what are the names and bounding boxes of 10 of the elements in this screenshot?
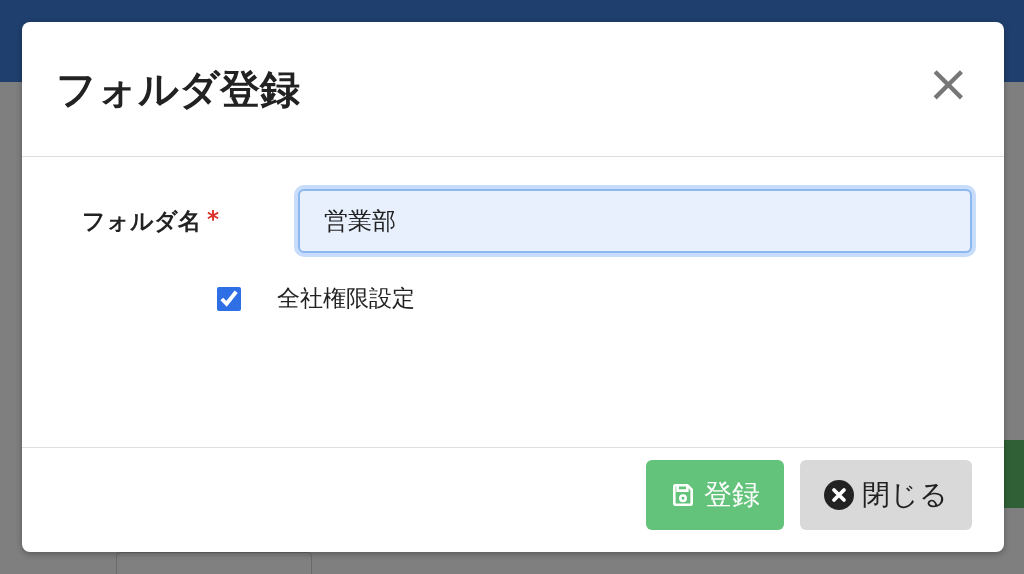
dialog-title: フォルダ登録 [56,64,300,114]
close-dialog-button[interactable]: 閉じる [800,460,972,530]
page-button[interactable] [1004,440,1024,508]
field-label: フォルダ名 * [82,205,221,236]
close-icon [824,480,854,510]
folder-name-field[interactable]: 営業部 [298,189,972,253]
checkbox[interactable] [217,286,241,311]
checkbox-label: 全社権限設定 [277,284,415,313]
close-button[interactable]: × [926,57,970,109]
save-icon [670,482,696,508]
